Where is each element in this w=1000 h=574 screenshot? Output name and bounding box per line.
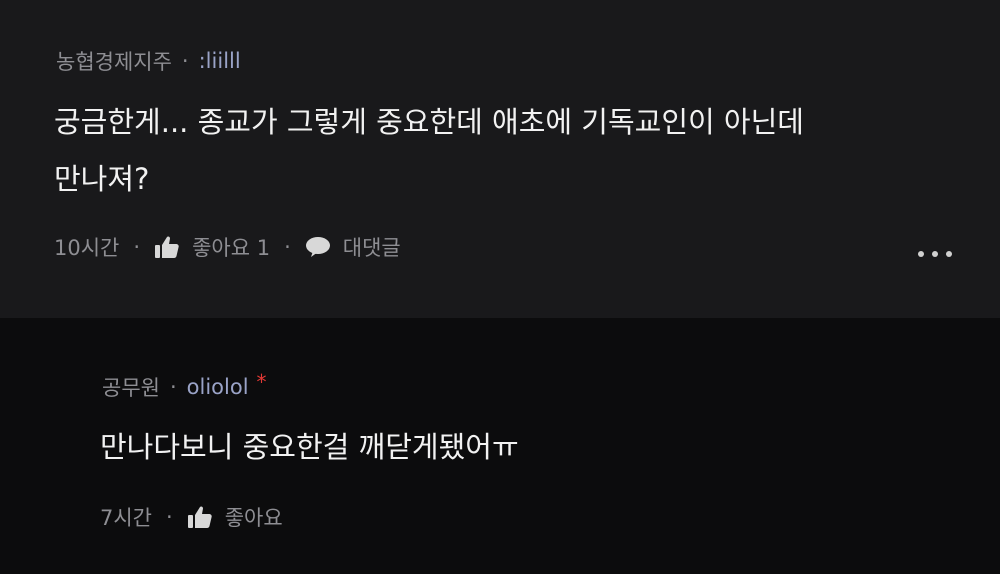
- comment-nickname[interactable]: :liilll: [199, 49, 241, 73]
- separator-dot: ·: [284, 235, 291, 259]
- thumbs-up-icon[interactable]: [154, 235, 180, 259]
- comment: 농협경제지주 · :liilll 궁금한게... 종교가 그렇게 중요한데 애초…: [0, 0, 1000, 318]
- comment-author[interactable]: 농협경제지주: [56, 46, 172, 76]
- separator-dot: ·: [133, 235, 141, 259]
- comment-time: 10시간: [54, 236, 120, 260]
- comment-reply-button[interactable]: 대댓글: [343, 232, 401, 262]
- separator-dot: ·: [169, 375, 177, 399]
- reply-like-button[interactable]: 좋아요: [225, 502, 283, 532]
- separator-dot: ·: [181, 49, 189, 73]
- reply: 공무원 · oliolol * 만나다보니 중요한걸 깨닫게됐어ㅠ 7시간 · …: [0, 318, 1000, 574]
- more-dot: [932, 251, 938, 257]
- more-dot: [918, 251, 924, 257]
- comment-actions: 10시간 · 좋아요 1 · 대댓글: [54, 232, 401, 262]
- thumbs-up-icon[interactable]: [187, 505, 213, 529]
- comment-like-button[interactable]: 좋아요 1: [192, 232, 270, 262]
- reply-time: 7시간: [100, 506, 153, 530]
- comment-author-line: 농협경제지주 · :liilll: [56, 46, 241, 76]
- comment-text-line1: 궁금한게... 종교가 그렇게 중요한데 애초에 기독교인이 아닌데: [54, 105, 804, 139]
- reply-author-line: 공무원 · oliolol *: [102, 370, 267, 402]
- reply-author[interactable]: 공무원: [102, 372, 160, 402]
- comment-text-line2: 만나져?: [54, 162, 150, 196]
- reply-nickname[interactable]: oliolol: [187, 375, 249, 399]
- separator-dot: ·: [166, 505, 173, 529]
- more-dots-icon[interactable]: [918, 246, 952, 262]
- reply-actions: 7시간 · 좋아요: [100, 502, 283, 532]
- reply-text: 만나다보니 중요한걸 깨닫게됐어ㅠ: [100, 430, 519, 464]
- more-dot: [946, 251, 952, 257]
- author-badge: *: [256, 370, 267, 394]
- speech-bubble-icon[interactable]: [305, 236, 331, 258]
